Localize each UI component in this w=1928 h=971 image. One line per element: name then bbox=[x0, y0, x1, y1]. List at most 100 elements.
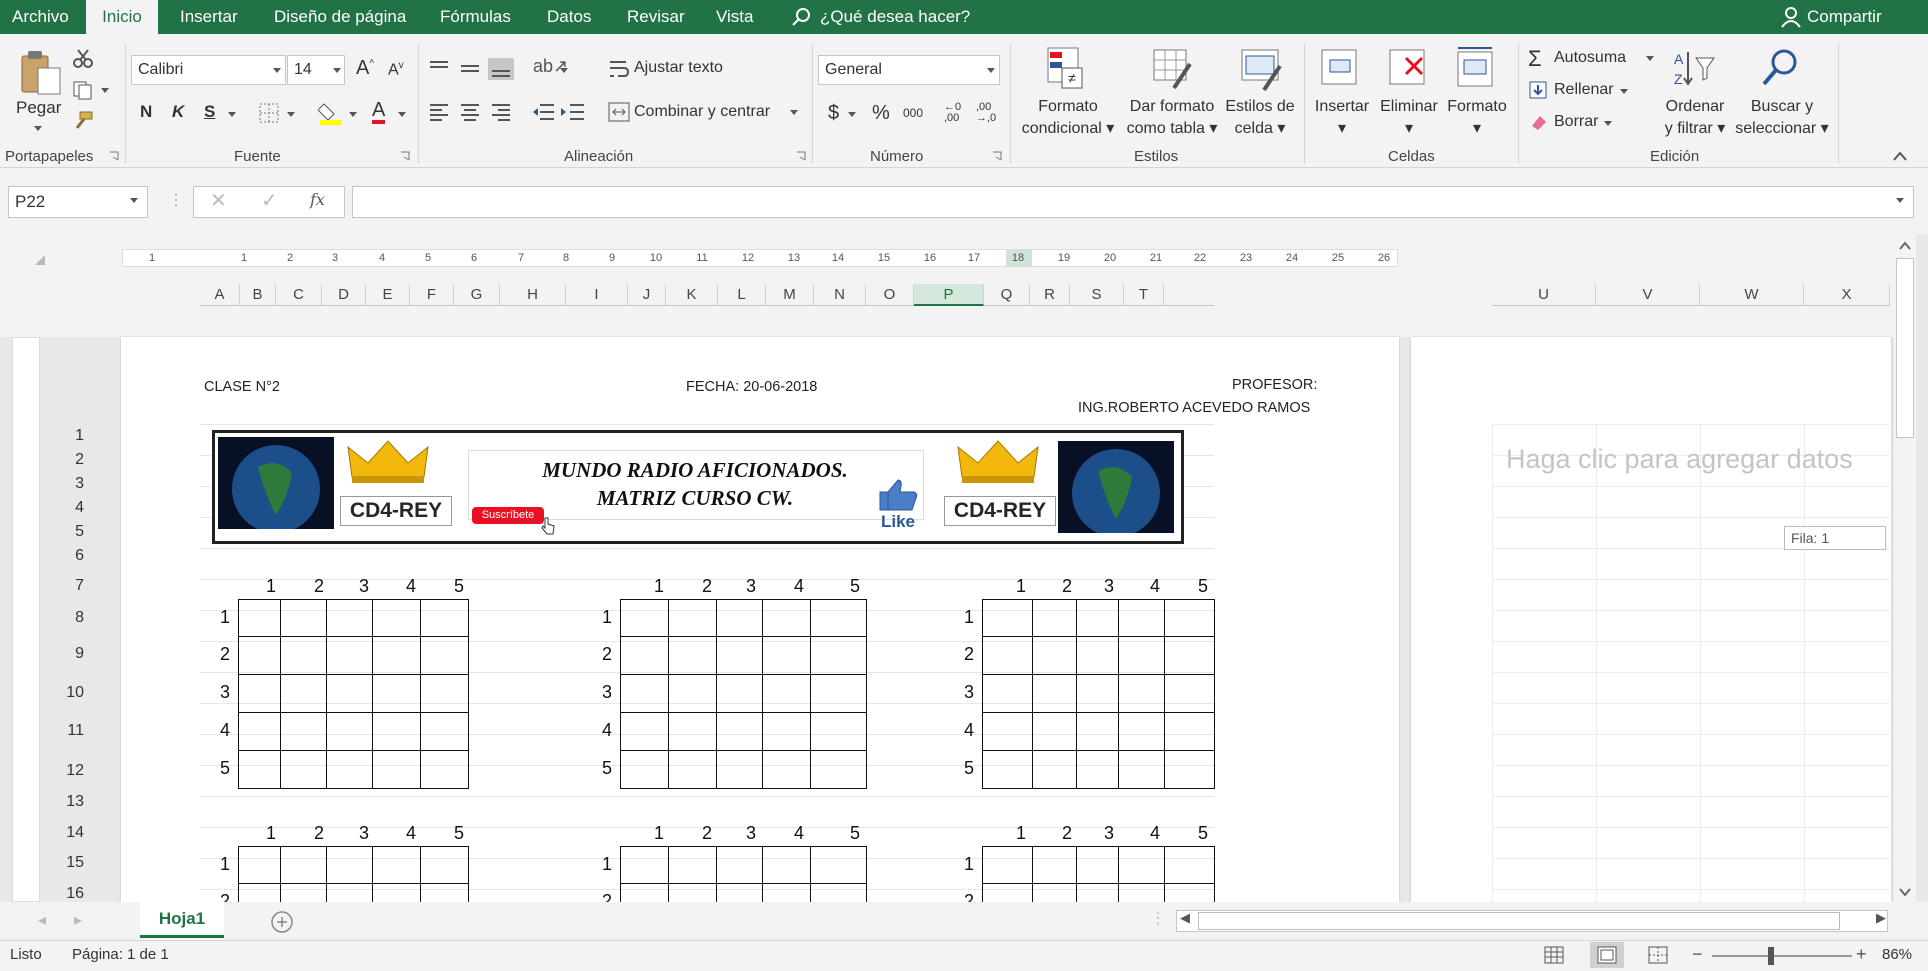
column-header[interactable]: P bbox=[914, 284, 984, 306]
format-painter-icon[interactable] bbox=[72, 110, 94, 130]
zoom-slider-thumb[interactable] bbox=[1768, 947, 1774, 965]
thousands-button[interactable]: 000 bbox=[903, 106, 923, 120]
column-header[interactable]: C bbox=[276, 284, 322, 306]
dialog-launcher-icon[interactable] bbox=[400, 151, 410, 161]
horizontal-scroll-thumb[interactable] bbox=[1198, 912, 1840, 930]
matrix-cell[interactable] bbox=[982, 712, 1033, 751]
row-header[interactable]: 4 bbox=[40, 499, 84, 517]
matrix-cell[interactable] bbox=[420, 883, 469, 903]
matrix-cell[interactable] bbox=[620, 846, 669, 884]
matrix-cell[interactable] bbox=[810, 883, 867, 903]
paste-icon[interactable] bbox=[20, 48, 64, 96]
matrix-cell[interactable] bbox=[1076, 674, 1119, 713]
percent-button[interactable]: % bbox=[872, 102, 890, 125]
clear-dropdown-icon[interactable] bbox=[1604, 121, 1612, 126]
matrix-cell[interactable] bbox=[810, 599, 867, 637]
matrix-cell[interactable] bbox=[326, 846, 373, 884]
currency-button[interactable]: $ bbox=[828, 102, 839, 125]
expand-formula-icon[interactable] bbox=[1896, 198, 1904, 203]
matrix-cell[interactable] bbox=[716, 846, 763, 884]
tab-prev-icon[interactable]: ◂ bbox=[38, 910, 46, 930]
matrix-cell[interactable] bbox=[1032, 599, 1077, 637]
autosum-dropdown-icon[interactable] bbox=[1646, 56, 1654, 61]
fill-color-icon[interactable] bbox=[318, 100, 344, 126]
merge-icon[interactable] bbox=[608, 101, 630, 123]
matrix-cell[interactable] bbox=[762, 674, 811, 713]
like-thumb-icon[interactable] bbox=[876, 478, 920, 512]
sort-filter-icon[interactable]: AZ bbox=[1672, 46, 1716, 90]
matrix-cell[interactable] bbox=[1032, 674, 1077, 713]
row-header[interactable]: 6 bbox=[40, 547, 84, 565]
insert-cells-icon[interactable] bbox=[1320, 48, 1360, 88]
indent-icons[interactable] bbox=[532, 102, 588, 122]
grow-font-icon[interactable]: A^ bbox=[356, 57, 374, 80]
format-as-table-icon[interactable] bbox=[1152, 48, 1192, 92]
column-header[interactable]: K bbox=[666, 284, 718, 306]
matrix-cell[interactable] bbox=[372, 846, 421, 884]
matrix-cell[interactable] bbox=[668, 636, 717, 675]
conditional-format-button[interactable]: Formato condicional ▾ bbox=[1018, 96, 1118, 140]
matrix-cell[interactable] bbox=[1118, 674, 1165, 713]
fill-dropdown-icon[interactable] bbox=[349, 112, 357, 117]
decrease-decimal-icon[interactable]: ,00 →,0 bbox=[976, 102, 996, 124]
matrix-cell[interactable] bbox=[326, 599, 373, 637]
matrix-cell[interactable] bbox=[810, 712, 867, 751]
add-sheet-icon[interactable] bbox=[270, 910, 294, 934]
column-header[interactable]: L bbox=[718, 284, 766, 306]
font-color-icon[interactable]: A bbox=[372, 100, 386, 124]
cell-styles-button[interactable]: Estilos de celda ▾ bbox=[1220, 96, 1300, 140]
select-all-icon[interactable] bbox=[34, 254, 46, 266]
matrix-cell[interactable] bbox=[420, 712, 469, 751]
tab-splitter-icon[interactable]: ⋮ bbox=[1150, 908, 1166, 928]
matrix-cell[interactable] bbox=[1118, 883, 1165, 903]
column-header[interactable]: B bbox=[240, 284, 276, 306]
matrix-cell[interactable] bbox=[1032, 636, 1077, 675]
fill-dropdown-icon[interactable] bbox=[1620, 89, 1628, 94]
matrix-cell[interactable] bbox=[716, 599, 763, 637]
subscribe-button[interactable]: Suscríbete bbox=[472, 507, 544, 524]
matrix-cell[interactable] bbox=[238, 636, 281, 675]
matrix-cell[interactable] bbox=[280, 750, 327, 789]
cancel-icon[interactable]: ✕ bbox=[210, 188, 227, 213]
matrix-cell[interactable] bbox=[982, 883, 1033, 903]
enter-icon[interactable]: ✓ bbox=[261, 188, 278, 213]
matrix-cell[interactable] bbox=[668, 599, 717, 637]
page-layout-view-icon[interactable] bbox=[1597, 946, 1617, 964]
row-header[interactable]: 2 bbox=[40, 451, 84, 469]
matrix-cell[interactable] bbox=[1076, 846, 1119, 884]
autosum-icon[interactable]: Σ bbox=[1528, 46, 1542, 72]
matrix-cell[interactable] bbox=[810, 846, 867, 884]
vertical-align-icons[interactable] bbox=[428, 58, 540, 80]
like-label[interactable]: Like bbox=[876, 512, 920, 532]
matrix-cell[interactable] bbox=[810, 636, 867, 675]
normal-view-icon[interactable] bbox=[1544, 946, 1564, 964]
clear-button[interactable]: Borrar bbox=[1554, 113, 1598, 131]
dialog-launcher-icon[interactable] bbox=[796, 151, 806, 161]
row-header[interactable]: 10 bbox=[40, 684, 84, 702]
column-header[interactable]: N bbox=[814, 284, 866, 306]
row-header[interactable]: 13 bbox=[40, 793, 84, 811]
matrix-cell[interactable] bbox=[238, 883, 281, 903]
fill-button[interactable]: Rellenar bbox=[1554, 81, 1614, 99]
matrix-cell[interactable] bbox=[280, 674, 327, 713]
matrix-cell[interactable] bbox=[326, 674, 373, 713]
dialog-launcher-icon[interactable] bbox=[992, 151, 1002, 161]
matrix-cell[interactable] bbox=[1164, 846, 1215, 884]
matrix-cell[interactable] bbox=[238, 674, 281, 713]
matrix-cell[interactable] bbox=[762, 750, 811, 789]
matrix-cell[interactable] bbox=[1118, 712, 1165, 751]
matrix-cell[interactable] bbox=[1032, 883, 1077, 903]
matrix-cell[interactable] bbox=[762, 712, 811, 751]
matrix-cell[interactable] bbox=[1164, 750, 1215, 789]
matrix-cell[interactable] bbox=[372, 712, 421, 751]
matrix-cell[interactable] bbox=[238, 750, 281, 789]
shrink-font-icon[interactable]: Av bbox=[388, 60, 404, 79]
matrix-cell[interactable] bbox=[762, 883, 811, 903]
page-break-view-icon[interactable] bbox=[1648, 946, 1668, 964]
matrix-cell[interactable] bbox=[1164, 636, 1215, 675]
tell-me-input[interactable]: ¿Qué desea hacer? bbox=[820, 0, 970, 34]
matrix-cell[interactable] bbox=[420, 674, 469, 713]
matrix-cell[interactable] bbox=[668, 712, 717, 751]
wrap-text-icon[interactable] bbox=[608, 58, 630, 80]
matrix-cell[interactable] bbox=[620, 599, 669, 637]
